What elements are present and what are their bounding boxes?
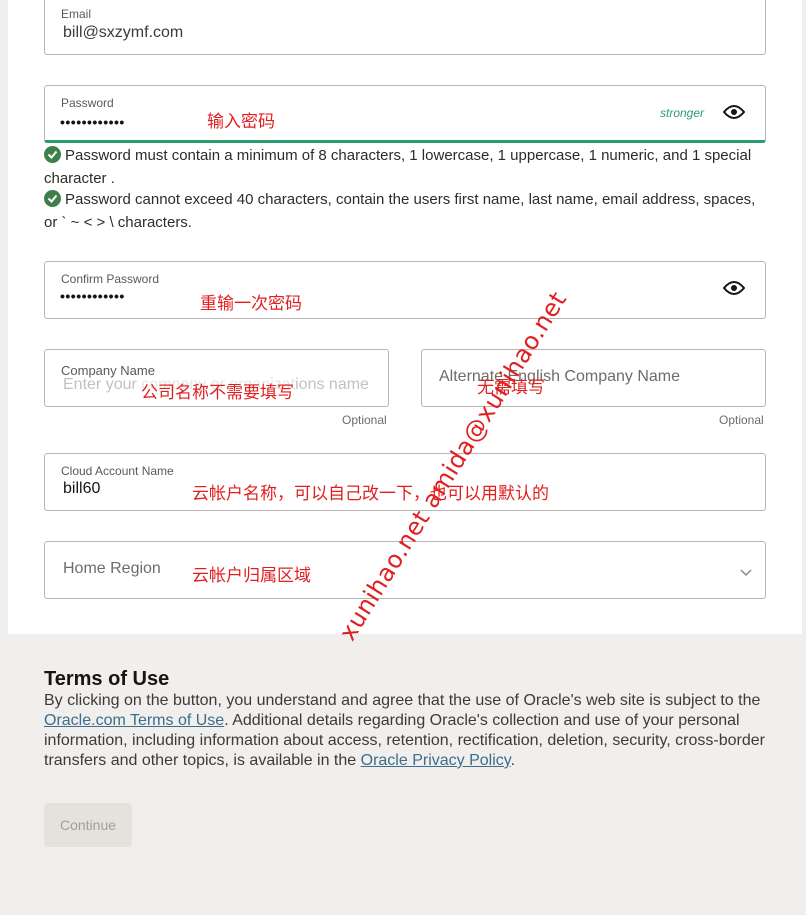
terms-text: By clicking on the button, you understan… (44, 691, 774, 771)
cloud-account-annotation: 云帐户名称，可以自己改一下，也可以用默认的 (192, 484, 549, 504)
password-rule-2-text: Password cannot exceed 40 characters, co… (44, 191, 756, 231)
password-annotation: 输入密码 (207, 112, 275, 132)
company-name-annotation: 公司名称不需要填写 (141, 378, 294, 403)
home-region-placeholder: Home Region (63, 560, 161, 577)
terms-text-part-3: . (510, 752, 516, 769)
company-name-optional: Optional (342, 413, 387, 427)
chevron-down-icon[interactable] (739, 564, 753, 577)
password-label: Password (61, 96, 114, 110)
terms-title: Terms of Use (44, 668, 170, 690)
eye-icon[interactable] (722, 104, 746, 120)
confirm-password-label: Confirm Password (61, 272, 160, 286)
password-rule-2: Password cannot exceed 40 characters, co… (44, 188, 764, 234)
email-field[interactable]: Email bill@sxzymf.com (44, 0, 766, 55)
password-dots: •••••••••••• (60, 114, 125, 130)
password-rule-1-text: Password must contain a minimum of 8 cha… (44, 147, 752, 187)
alternate-company-name-field[interactable]: Alternate English Company Name (421, 349, 766, 407)
home-region-annotation: 云帐户归属区域 (192, 566, 311, 586)
password-field[interactable]: Password •••••••••••• stronger (44, 85, 766, 143)
confirm-password-annotation: 重输一次密码 (200, 294, 302, 314)
check-circle-icon (44, 146, 61, 163)
alternate-company-optional: Optional (719, 413, 764, 427)
check-circle-icon (44, 190, 61, 207)
password-strength: stronger (660, 106, 705, 120)
password-rule-1: Password must contain a minimum of 8 cha… (44, 144, 764, 190)
confirm-password-dots: •••••••••••• (60, 288, 125, 304)
terms-text-part-1: By clicking on the button, you understan… (44, 692, 761, 709)
email-value: bill@sxzymf.com (63, 24, 184, 41)
cloud-account-name-value: bill60 (63, 480, 101, 497)
privacy-policy-link[interactable]: Oracle Privacy Policy (361, 752, 511, 769)
alternate-company-name-placeholder: Alternate English Company Name (439, 368, 681, 385)
continue-button[interactable]: Continue (44, 803, 132, 847)
eye-icon[interactable] (722, 280, 746, 296)
email-label: Email (61, 7, 92, 21)
confirm-password-field[interactable]: Confirm Password •••••••••••• (44, 261, 766, 319)
terms-of-use-link[interactable]: Oracle.com Terms of Use (44, 712, 224, 729)
cloud-account-name-label: Cloud Account Name (61, 464, 174, 478)
